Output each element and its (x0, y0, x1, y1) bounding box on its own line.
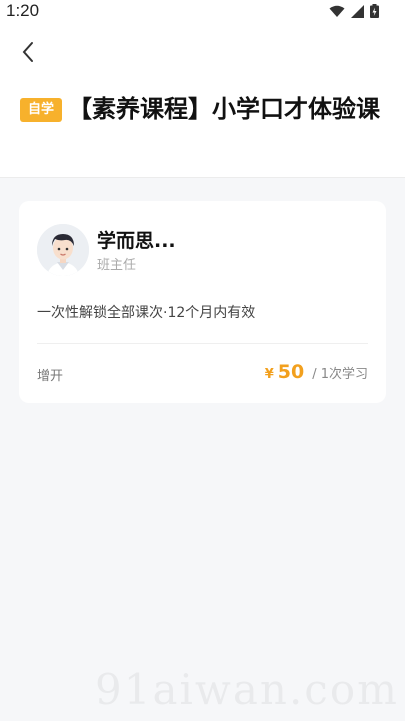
teacher-role: 班主任 (97, 258, 137, 273)
header-area: 1:20 自学 【素养课程】小学口才体验课 (0, 0, 405, 178)
price-symbol: ¥ (264, 367, 274, 382)
battery-icon (370, 4, 379, 18)
wifi-icon (329, 5, 345, 17)
course-card[interactable]: 学而思... 班主任 一次性解锁全部课次·12个月内有效 增开 ¥ 50 / 1… (19, 201, 386, 403)
status-bar: 1:20 (0, 0, 405, 24)
status-time: 1:20 (6, 1, 40, 20)
back-button[interactable] (14, 38, 42, 66)
page-title: 【素养课程】小学口才体验课 (68, 95, 381, 123)
self-study-tag: 自学 (20, 98, 63, 122)
watermark: 91aiwan.com (95, 665, 399, 714)
price-value: 50 (277, 361, 305, 383)
signal-icon (351, 4, 364, 18)
price-unit: / 1次学习 (312, 367, 368, 382)
chevron-left-icon (22, 42, 33, 62)
avatar (37, 224, 89, 276)
course-extra-label: 增开 (37, 369, 64, 384)
teacher-avatar-icon (37, 224, 89, 276)
status-icons (329, 4, 379, 18)
divider (37, 343, 368, 344)
price: ¥ 50 / 1次学习 (265, 361, 368, 383)
course-title-block: 自学 【素养课程】小学口才体验课 (20, 88, 390, 130)
teacher-name: 学而思... (97, 230, 176, 252)
course-description: 一次性解锁全部课次·12个月内有效 (37, 305, 256, 321)
